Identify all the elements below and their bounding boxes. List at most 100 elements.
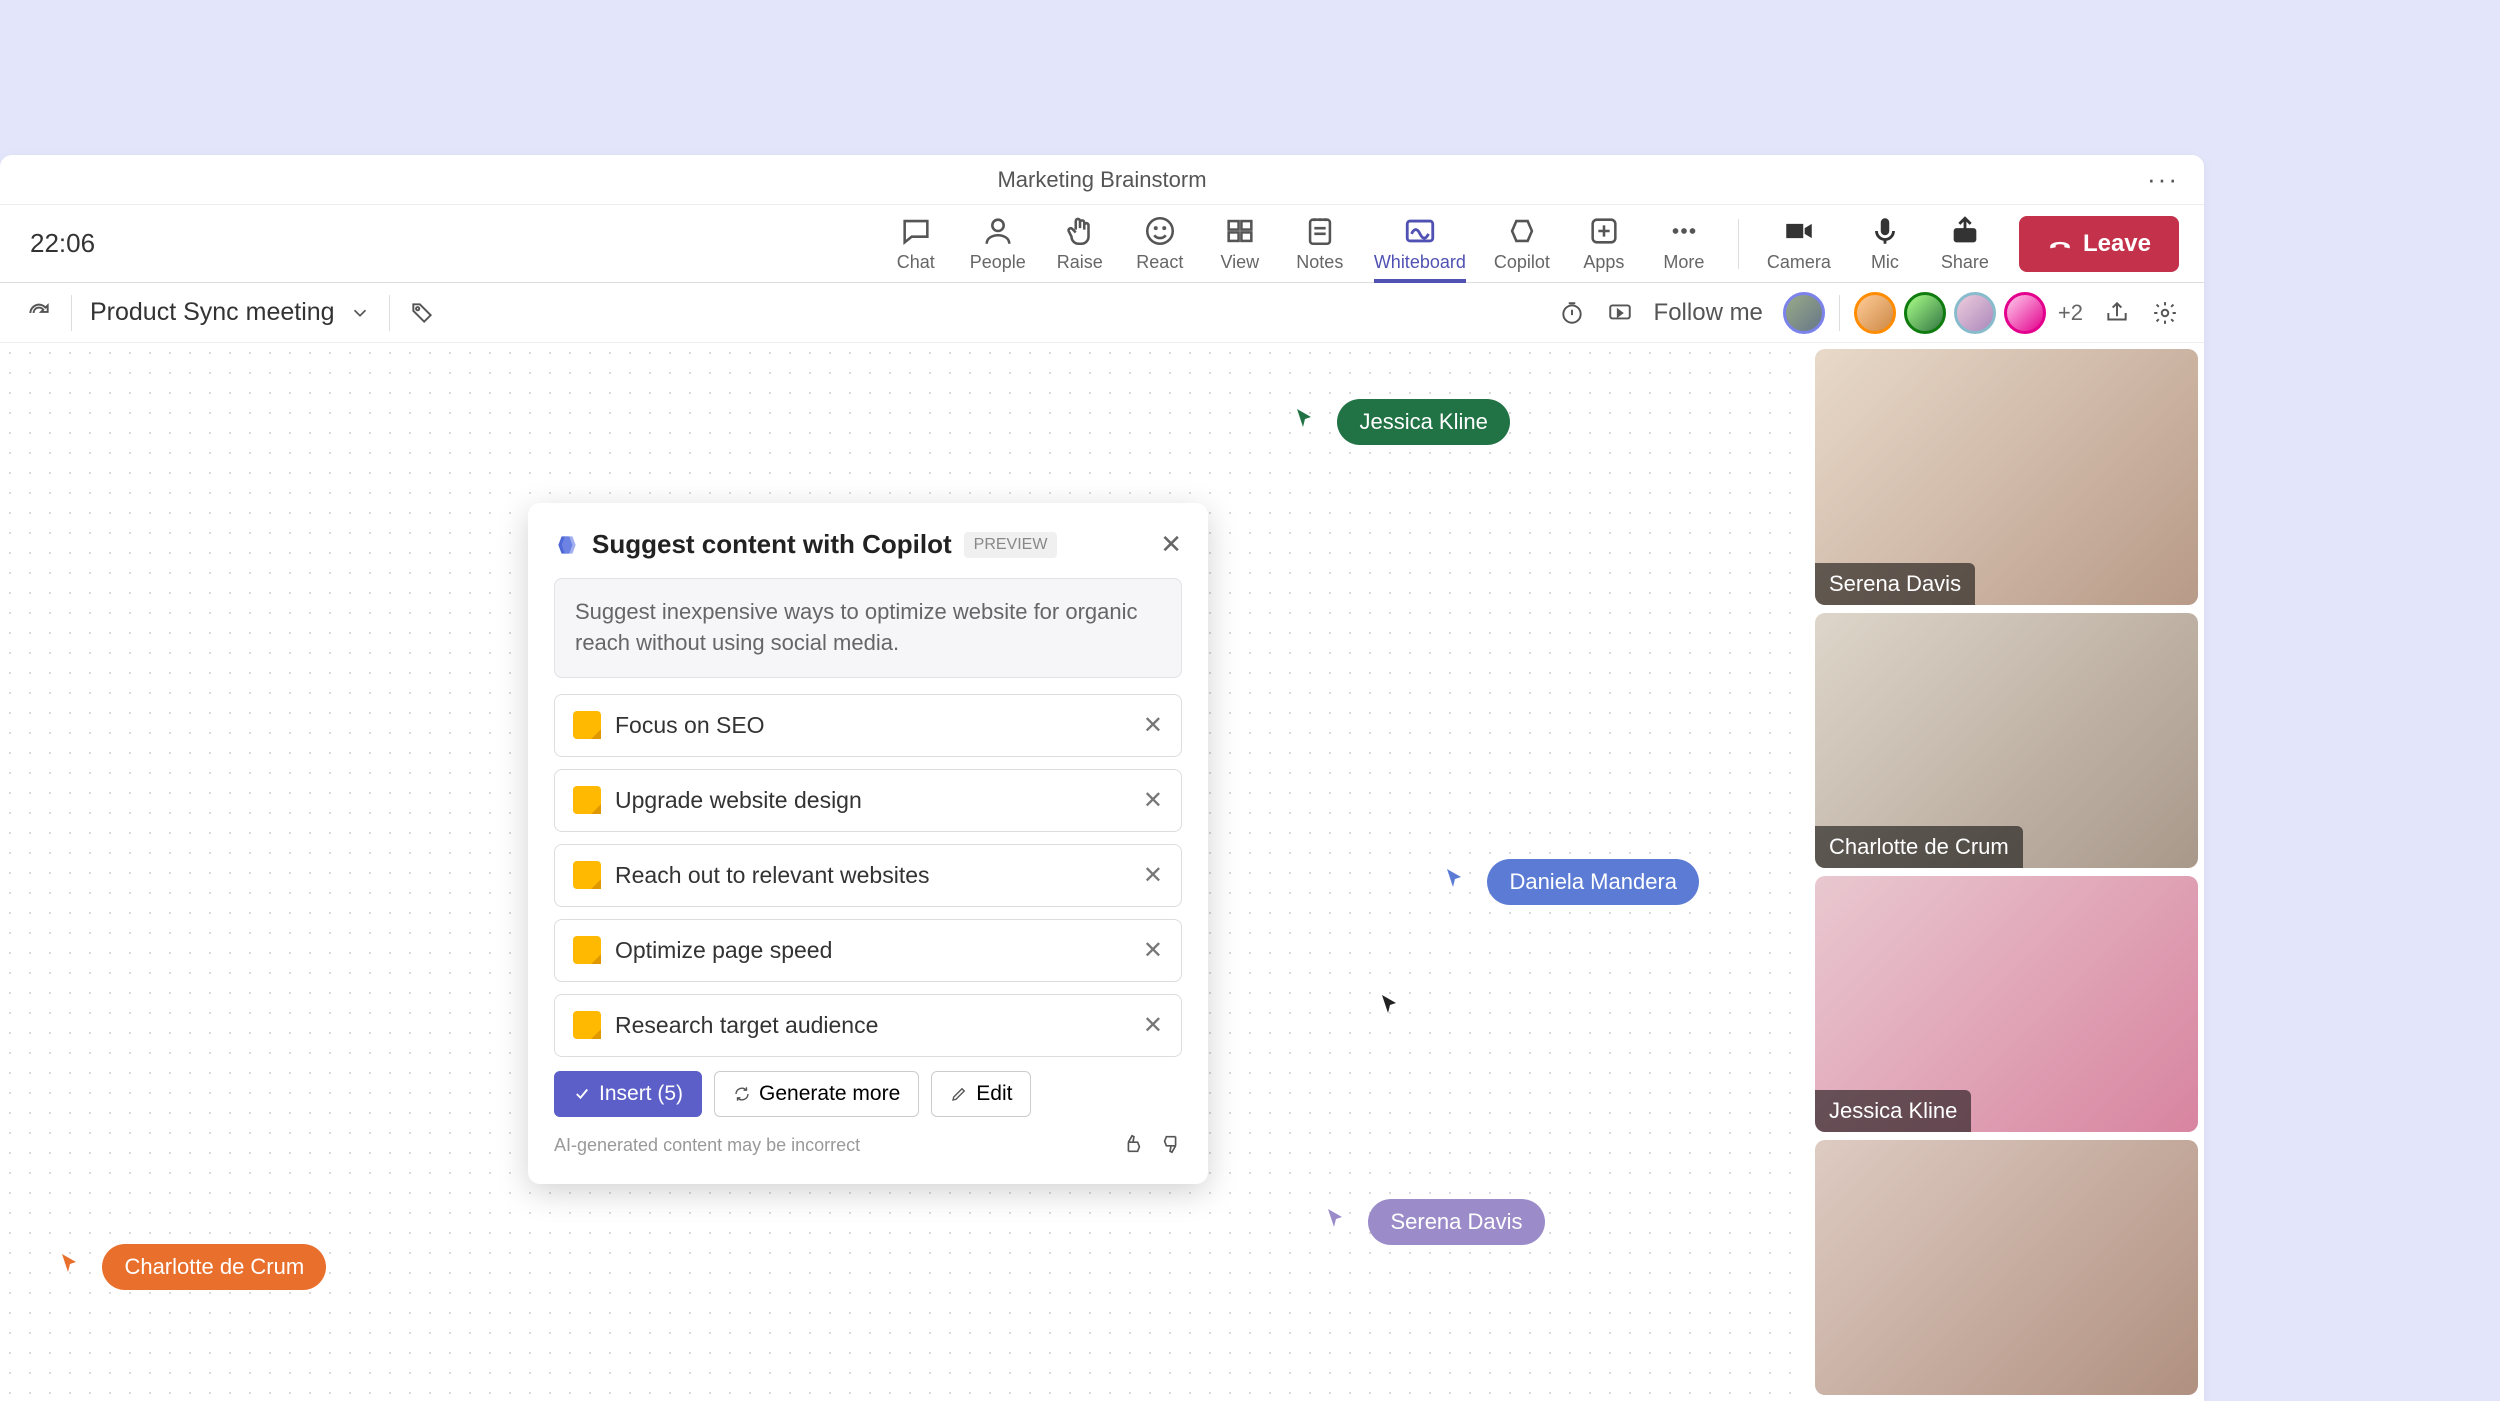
meeting-timer: 22:06	[30, 228, 95, 259]
react-button[interactable]: React	[1134, 214, 1186, 273]
sticky-note-icon	[573, 711, 601, 739]
avatar[interactable]	[1904, 292, 1946, 334]
copilot-title: Suggest content with Copilot	[592, 529, 952, 560]
sticky-note-icon	[573, 861, 601, 889]
react-icon	[1143, 214, 1177, 248]
present-icon[interactable]	[1606, 299, 1634, 327]
video-tile[interactable]	[1815, 1140, 2198, 1396]
cursor-daniela: Daniela Mandera	[1445, 853, 1699, 905]
mic-icon	[1868, 214, 1902, 248]
thumbs-up-icon	[1122, 1133, 1144, 1155]
cursor-serena: Serena Davis	[1326, 1193, 1545, 1245]
edit-button[interactable]: Edit	[931, 1071, 1031, 1117]
more-icon	[1667, 214, 1701, 248]
more-options-icon[interactable]: ···	[2147, 164, 2179, 195]
apps-icon	[1587, 214, 1621, 248]
close-button[interactable]: ✕	[1160, 529, 1182, 560]
copilot-logo-icon	[554, 532, 580, 558]
divider	[71, 295, 72, 331]
preview-badge: PREVIEW	[964, 532, 1058, 558]
chat-icon	[899, 214, 933, 248]
people-button[interactable]: People	[970, 214, 1026, 273]
raise-hand-icon	[1063, 214, 1097, 248]
apps-button[interactable]: Apps	[1578, 214, 1630, 273]
camera-icon	[1782, 214, 1816, 248]
thumbs-up-button[interactable]	[1122, 1133, 1144, 1158]
leave-button[interactable]: Leave	[2019, 216, 2179, 272]
timer-icon[interactable]	[1558, 299, 1586, 327]
main-content: Jessica Kline Daniela Mandera Serena Dav…	[0, 343, 2204, 1401]
cursor-anon	[1380, 993, 1400, 1020]
notes-button[interactable]: Notes	[1294, 214, 1346, 273]
suggestion-item[interactable]: Reach out to relevant websites ✕	[554, 844, 1182, 907]
remove-suggestion-button[interactable]: ✕	[1143, 861, 1163, 890]
share-button[interactable]: Share	[1939, 214, 1991, 273]
remove-suggestion-button[interactable]: ✕	[1143, 936, 1163, 965]
chevron-down-icon	[349, 302, 371, 324]
copilot-panel: Suggest content with Copilot PREVIEW ✕ S…	[528, 503, 1208, 1184]
share-whiteboard-icon[interactable]	[2103, 299, 2131, 327]
sticky-note-icon	[573, 1011, 601, 1039]
leave-icon	[2047, 231, 2073, 257]
avatar[interactable]	[1954, 292, 1996, 334]
view-button[interactable]: View	[1214, 214, 1266, 273]
cursor-jessica: Jessica Kline	[1295, 393, 1510, 445]
remove-suggestion-button[interactable]: ✕	[1143, 786, 1163, 815]
divider	[389, 295, 390, 331]
remove-suggestion-button[interactable]: ✕	[1143, 711, 1163, 740]
video-tile[interactable]: Jessica Kline	[1815, 876, 2198, 1132]
cursor-icon	[1295, 407, 1315, 429]
copilot-icon	[1505, 214, 1539, 248]
video-tile[interactable]: Serena Davis	[1815, 349, 2198, 605]
cursor-icon	[1380, 993, 1400, 1015]
titlebar: Marketing Brainstorm ···	[0, 155, 2204, 205]
window-title: Marketing Brainstorm	[997, 167, 1206, 193]
suggestion-item[interactable]: Upgrade website design ✕	[554, 769, 1182, 832]
cursor-icon	[1326, 1207, 1346, 1229]
more-button[interactable]: More	[1658, 214, 1710, 273]
tag-icon[interactable]	[408, 299, 436, 327]
meeting-toolbar: 22:06 Chat People Raise React View	[0, 205, 2204, 283]
toolbar-divider	[1738, 219, 1739, 269]
cursor-icon	[1445, 867, 1465, 889]
remove-suggestion-button[interactable]: ✕	[1143, 1011, 1163, 1040]
avatar[interactable]	[1783, 292, 1825, 334]
avatar-overflow[interactable]: +2	[2058, 300, 2083, 326]
video-panel: Serena Davis Charlotte de Crum Jessica K…	[1809, 343, 2204, 1401]
cursor-charlotte: Charlotte de Crum	[60, 1238, 326, 1290]
raise-hand-button[interactable]: Raise	[1054, 214, 1106, 273]
video-tile[interactable]: Charlotte de Crum	[1815, 613, 2198, 869]
settings-icon[interactable]	[2151, 299, 2179, 327]
avatar[interactable]	[2004, 292, 2046, 334]
notes-icon	[1303, 214, 1337, 248]
app-window: Marketing Brainstorm ··· 22:06 Chat Peop…	[0, 155, 2204, 1401]
sticky-note-icon	[573, 936, 601, 964]
whiteboard-button[interactable]: Whiteboard	[1374, 214, 1466, 283]
participant-avatars[interactable]: +2	[1783, 292, 2083, 334]
avatar[interactable]	[1854, 292, 1896, 334]
copilot-prompt[interactable]: Suggest inexpensive ways to optimize web…	[554, 578, 1182, 678]
copilot-button[interactable]: Copilot	[1494, 214, 1550, 273]
redo-icon[interactable]	[25, 299, 53, 327]
share-icon	[1948, 214, 1982, 248]
mic-button[interactable]: Mic	[1859, 214, 1911, 273]
cursor-icon	[60, 1252, 80, 1274]
thumbs-down-icon	[1160, 1133, 1182, 1155]
whiteboard-title-dropdown[interactable]: Product Sync meeting	[90, 298, 371, 327]
generate-more-button[interactable]: Generate more	[714, 1071, 919, 1117]
people-icon	[981, 214, 1015, 248]
whiteboard-icon	[1403, 214, 1437, 248]
follow-me-label[interactable]: Follow me	[1654, 299, 1763, 327]
whiteboard-canvas[interactable]: Jessica Kline Daniela Mandera Serena Dav…	[0, 343, 1809, 1401]
suggestion-item[interactable]: Optimize page speed ✕	[554, 919, 1182, 982]
thumbs-down-button[interactable]	[1160, 1133, 1182, 1158]
camera-button[interactable]: Camera	[1767, 214, 1831, 273]
refresh-icon	[733, 1085, 751, 1103]
suggestion-item[interactable]: Research target audience ✕	[554, 994, 1182, 1057]
suggestion-item[interactable]: Focus on SEO ✕	[554, 694, 1182, 757]
insert-button[interactable]: Insert (5)	[554, 1071, 702, 1117]
chat-button[interactable]: Chat	[890, 214, 942, 273]
view-icon	[1223, 214, 1257, 248]
ai-disclaimer: AI-generated content may be incorrect	[554, 1135, 860, 1156]
whiteboard-header: Product Sync meeting Follow me	[0, 283, 2204, 343]
